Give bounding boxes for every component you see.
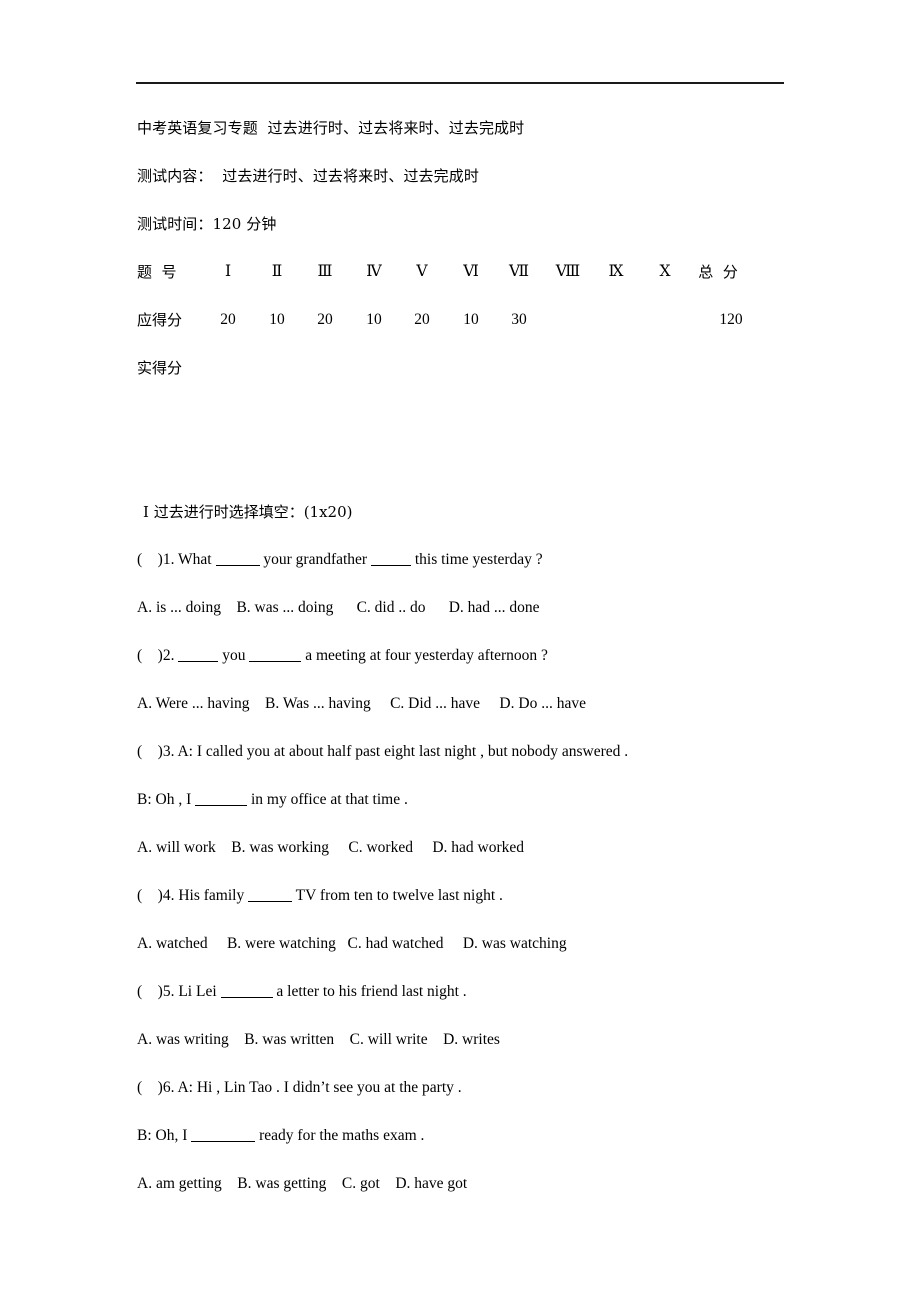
question-1-blank-2[interactable]: [370, 550, 411, 566]
question-3-dialogue-b-part2: in my office at that time .: [247, 791, 408, 808]
score-col-3: Ⅲ: [317, 263, 333, 280]
question-1-stem-part2: your grandfather: [259, 551, 371, 568]
score-col-6: Ⅵ: [463, 263, 479, 280]
score-col-10: Ⅹ: [659, 263, 671, 280]
expected-points-4: 10: [366, 311, 382, 328]
question-3-dialogue-b: B: Oh , I in my office at that time .: [137, 776, 837, 824]
question-2-options[interactable]: A. Were ... having B. Was ... having C. …: [137, 680, 837, 728]
question-2-blank-1[interactable]: [178, 646, 219, 662]
score-table-actual-row[interactable]: 实得分: [137, 344, 837, 392]
score-col-4: Ⅳ: [366, 263, 382, 280]
question-5-options[interactable]: A. was writing B. was written C. will wr…: [137, 1016, 837, 1064]
question-1-stem: ( )1. What your grandfather this time ye…: [137, 536, 837, 584]
question-4-blank-1[interactable]: [248, 886, 293, 902]
question-5-stem-part1: Li Lei: [174, 983, 221, 1000]
question-1-number: 1.: [162, 551, 175, 568]
question-4-stem: ( )4. His family TV from ten to twelve l…: [137, 872, 837, 920]
question-4-stem-part2: TV from ten to twelve last night .: [292, 887, 503, 904]
question-2-blank-2[interactable]: [249, 646, 302, 662]
question-3-blank-1[interactable]: [195, 790, 248, 806]
header-horizontal-rule: [136, 82, 784, 84]
question-2-stem-part3: a meeting at four yesterday afternoon ?: [301, 647, 548, 664]
expected-points-2: 10: [269, 311, 285, 328]
score-col-total-label: 总 分: [698, 263, 738, 281]
test-time-line: 测试时间：120 分钟: [137, 215, 277, 233]
question-1-options[interactable]: A. is ... doing B. was ... doing C. did …: [137, 584, 837, 632]
expected-points-3: 20: [317, 311, 333, 328]
spacer-after-table-1: [137, 392, 837, 440]
expected-points-7: 30: [511, 311, 527, 328]
score-col-2: Ⅱ: [271, 263, 283, 280]
score-col-8: Ⅷ: [555, 263, 581, 280]
score-table-actual-label: 实得分: [137, 359, 183, 377]
question-4-number: 4.: [162, 887, 175, 904]
question-3-options[interactable]: A. will work B. was working C. worked D.…: [137, 824, 837, 872]
question-2-stem-part2: you: [218, 647, 250, 664]
question-1-stem-part3: this time yesterday ?: [410, 551, 543, 568]
question-1-stem-part1: What: [174, 551, 216, 568]
score-table-expected-label: 应得分: [137, 311, 183, 329]
question-6-options[interactable]: A. am getting B. was getting C. got D. h…: [137, 1160, 837, 1208]
question-5-stem-part2: a letter to his friend last night .: [272, 983, 467, 1000]
section-heading-1: Ⅰ 过去进行时选择填空：(1x20): [143, 503, 353, 521]
question-6-bracket[interactable]: ( ): [137, 1079, 163, 1096]
question-6-stem: ( )6. A: Hi , Lin Tao . I didn’t see you…: [137, 1064, 837, 1112]
question-3-number: 3.: [162, 743, 175, 760]
expected-points-1: 20: [220, 311, 236, 328]
question-6-number: 6.: [162, 1079, 175, 1096]
question-4-stem-part1: His family: [174, 887, 249, 904]
question-2-number: 2.: [162, 647, 175, 664]
document-page: 中考英语复习专题 过去进行时、过去将来时、过去完成时 测试内容： 过去进行时、过…: [0, 0, 920, 1302]
question-6-dialogue-b-part2: ready for the maths exam .: [255, 1127, 425, 1144]
expected-points-5: 20: [414, 311, 430, 328]
question-4-options[interactable]: A. watched B. were watching C. had watch…: [137, 920, 837, 968]
score-col-9: Ⅸ: [608, 263, 624, 280]
question-6-blank-1[interactable]: [191, 1126, 256, 1142]
question-3-stem: ( )3. A: I called you at about half past…: [137, 728, 837, 776]
score-col-7: Ⅶ: [508, 263, 529, 280]
score-table-expected-row: 应得分 20 10 20 10 20 10 30 120: [137, 296, 837, 344]
question-5-blank-1[interactable]: [220, 982, 273, 998]
question-6-dialogue-b: B: Oh, I ready for the maths exam .: [137, 1112, 837, 1160]
score-col-5: Ⅴ: [416, 263, 428, 280]
document-title: 中考英语复习专题 过去进行时、过去将来时、过去完成时: [137, 119, 525, 137]
question-6-dialogue-b-part1: B: Oh, I: [137, 1127, 192, 1144]
question-5-number: 5.: [162, 983, 175, 1000]
score-table-header-label: 题 号: [137, 263, 177, 281]
question-5-stem: ( )5. Li Lei a letter to his friend last…: [137, 968, 837, 1016]
expected-points-6: 10: [463, 311, 479, 328]
score-table-header-row: 题 号 Ⅰ Ⅱ Ⅲ Ⅳ Ⅴ Ⅵ Ⅶ Ⅷ Ⅸ Ⅹ 总 分: [137, 248, 837, 296]
document-body: 中考英语复习专题 过去进行时、过去将来时、过去完成时 测试内容： 过去进行时、过…: [137, 104, 837, 1208]
question-6-dialogue-a: A: Hi , Lin Tao . I didn’t see you at th…: [174, 1079, 462, 1096]
score-col-1: Ⅰ: [224, 263, 232, 280]
question-2-stem: ( )2. you a meeting at four yesterday af…: [137, 632, 837, 680]
test-content-line: 测试内容： 过去进行时、过去将来时、过去完成时: [137, 167, 479, 185]
expected-points-total: 120: [719, 311, 743, 328]
question-3-dialogue-a: A: I called you at about half past eight…: [174, 743, 629, 760]
spacer-after-table-2: [137, 440, 837, 488]
question-1-blank-1[interactable]: [215, 550, 260, 566]
